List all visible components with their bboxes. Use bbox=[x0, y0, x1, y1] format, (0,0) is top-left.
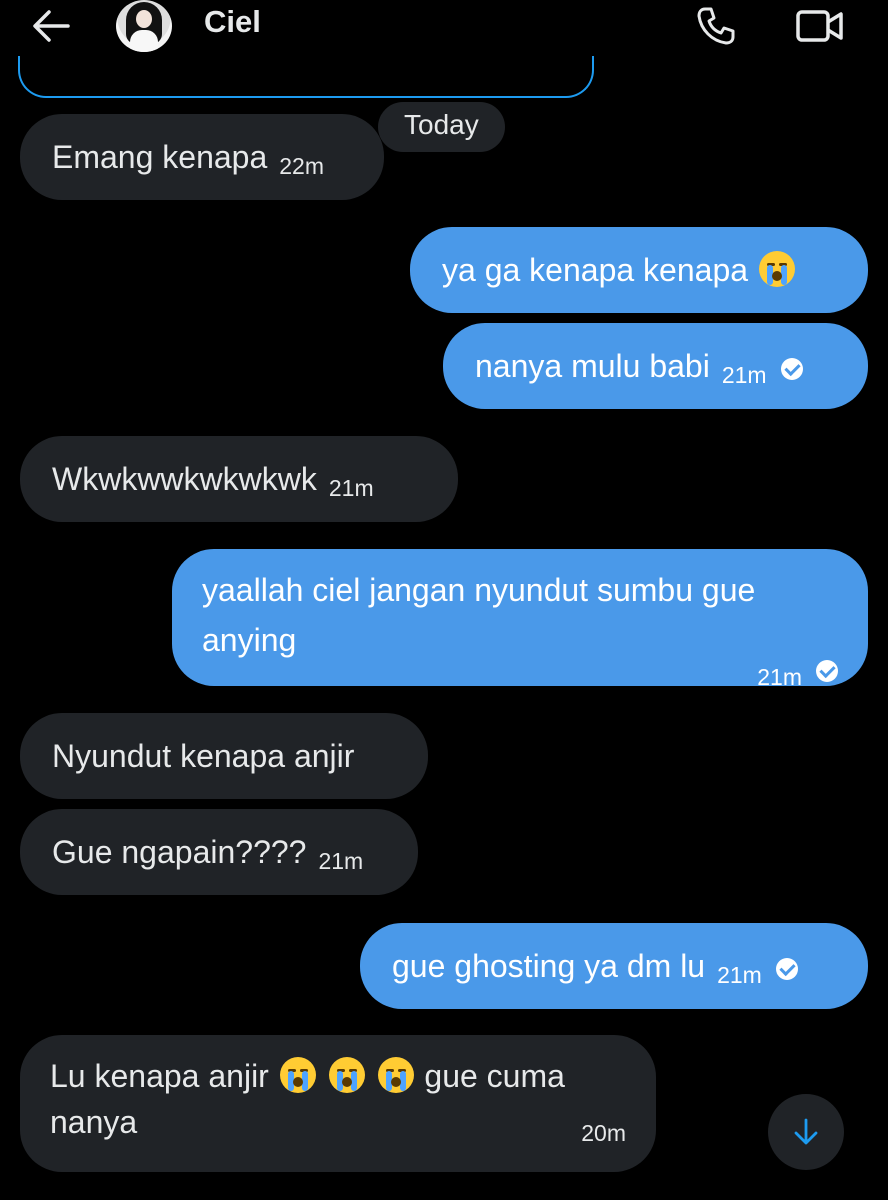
read-check-icon bbox=[775, 958, 798, 980]
message-text-end: gue cuma bbox=[424, 1058, 565, 1094]
message-text: gue ghosting ya dm lu bbox=[392, 948, 706, 984]
message-bubble-incoming[interactable]: Lu kenapa anjir gue cuma nanya 20m bbox=[20, 1035, 656, 1172]
message-time: 21m bbox=[328, 475, 374, 501]
message-bubble-outgoing[interactable]: gue ghosting ya dm lu 21m bbox=[360, 923, 868, 1009]
message-text: Emang kenapa bbox=[52, 139, 268, 175]
message-bubble-outgoing[interactable]: yaallah ciel jangan nyundut sumbu gue an… bbox=[172, 549, 868, 690]
message-time: 22m bbox=[279, 153, 325, 179]
message-text-start: Lu kenapa anjir bbox=[50, 1058, 269, 1094]
contact-name[interactable]: Ciel bbox=[204, 4, 261, 40]
message-text: Nyundut kenapa anjir bbox=[52, 738, 355, 774]
loudly-crying-face-icon bbox=[377, 1057, 414, 1093]
message-bubble-outgoing[interactable]: ya ga kenapa kenapa bbox=[410, 227, 868, 313]
scroll-to-bottom-button[interactable] bbox=[768, 1094, 844, 1170]
loudly-crying-face-icon bbox=[328, 1057, 365, 1093]
arrow-left-icon bbox=[33, 10, 70, 42]
loudly-crying-face-icon bbox=[279, 1057, 316, 1093]
date-separator: Today bbox=[378, 102, 505, 152]
avatar[interactable] bbox=[116, 0, 172, 52]
message-time: 21m bbox=[757, 664, 802, 690]
read-check-icon bbox=[816, 660, 838, 682]
message-bubble-incoming[interactable]: Wkwkwwkwkwkwk 21m bbox=[20, 436, 458, 522]
message-text: Wkwkwwkwkwkwk bbox=[52, 461, 317, 497]
back-button[interactable] bbox=[30, 6, 72, 46]
message-text: yaallah ciel jangan nyundut sumbu gue an… bbox=[202, 572, 756, 658]
message-bubble-outgoing[interactable]: nanya mulu babi 21m bbox=[443, 323, 868, 409]
message-time: 21m bbox=[721, 362, 767, 388]
voice-call-button[interactable] bbox=[694, 4, 738, 48]
message-time: 20m bbox=[581, 1120, 626, 1146]
message-time: 21m bbox=[717, 962, 762, 988]
message-text: nanya mulu babi bbox=[475, 348, 710, 384]
message-time: 21m bbox=[318, 848, 364, 874]
message-bubble-incoming[interactable]: Nyundut kenapa anjir bbox=[20, 713, 428, 799]
read-check-icon bbox=[780, 358, 803, 380]
conversation-header: Ciel bbox=[0, 0, 888, 56]
message-text: Lu kenapa anjir gue cuma bbox=[50, 1051, 626, 1101]
arrow-down-icon bbox=[794, 1118, 818, 1145]
message-text: ya ga kenapa kenapa bbox=[442, 252, 749, 288]
message-meta: 21m bbox=[202, 653, 838, 690]
video-camera-icon bbox=[796, 10, 843, 42]
phone-icon bbox=[697, 7, 735, 45]
message-text: Gue ngapain???? bbox=[52, 834, 307, 870]
message-bubble-incoming[interactable]: Emang kenapa 22m bbox=[20, 114, 384, 200]
video-call-button[interactable] bbox=[794, 4, 846, 48]
loudly-crying-face-icon bbox=[758, 251, 795, 287]
message-bubble-incoming[interactable]: Gue ngapain???? 21m bbox=[20, 809, 418, 895]
